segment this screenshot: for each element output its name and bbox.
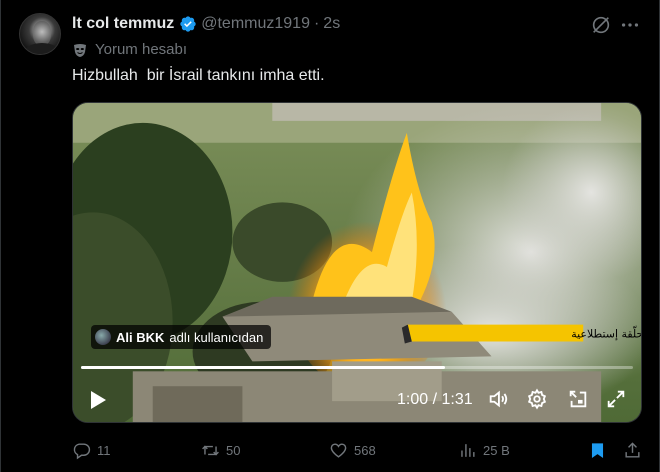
- account-label: Yorum hesabı: [72, 41, 187, 58]
- author-display-name[interactable]: lt col temmuz: [72, 15, 174, 33]
- author-avatar[interactable]: [19, 13, 61, 55]
- video-current-time: 1:00: [397, 391, 429, 408]
- reply-button[interactable]: 11: [72, 440, 111, 460]
- tweet-text: Hizbullah bir İsrail tankını imha etti.: [72, 67, 325, 84]
- attribution-suffix: adlı kullanıcıdan: [169, 329, 264, 345]
- video-duration: 1:31: [441, 391, 473, 408]
- tweet-header: lt col temmuz @temmuz1919 · 2s: [72, 14, 340, 34]
- share-icon: [625, 441, 640, 458]
- pip-icon[interactable]: [567, 388, 589, 410]
- repost-button[interactable]: 50: [201, 440, 240, 460]
- volume-icon[interactable]: [487, 388, 509, 410]
- reply-icon: [73, 442, 91, 459]
- repost-count: 50: [226, 442, 241, 458]
- more-icon[interactable]: [619, 14, 641, 36]
- video-progress-bar[interactable]: [81, 366, 633, 369]
- attribution-username: Ali BKK: [116, 329, 165, 345]
- bookmark-icon: [591, 442, 604, 458]
- video-frame: تصوير الاستهداف بمحلّقة إستطلاعية: [73, 103, 641, 422]
- play-icon[interactable]: [87, 388, 109, 412]
- like-button[interactable]: 568: [329, 440, 376, 460]
- author-handle[interactable]: @temmuz1919: [201, 15, 310, 33]
- video-overlay-caption: تصوير الاستهداف بمحلّقة إستطلاعية: [571, 325, 641, 340]
- settings-icon[interactable]: [526, 388, 548, 410]
- separator-dot: ·: [313, 15, 320, 32]
- account-label-text: Yorum hesabı: [95, 41, 188, 58]
- grok-icon[interactable]: [590, 14, 612, 36]
- views-count: 25 B: [483, 442, 510, 458]
- tweet-actions: 11 50 568 25 B: [72, 440, 642, 460]
- tweet-timestamp[interactable]: 2s: [323, 15, 340, 33]
- video-time: 1:00 / 1:31: [397, 391, 473, 409]
- reply-count: 11: [97, 442, 111, 458]
- like-icon: [330, 442, 347, 458]
- video-attribution[interactable]: Ali BKK adlı kullanıcıdan: [91, 325, 272, 349]
- video-time-separator: /: [428, 391, 442, 408]
- bookmark-button[interactable]: [588, 440, 613, 460]
- repost-icon: [202, 445, 219, 455]
- mask-icon: [72, 42, 88, 58]
- fullscreen-icon[interactable]: [605, 388, 627, 410]
- video-player[interactable]: تصوير الاستهداف بمحلّقة إستطلاعية Ali BK…: [72, 102, 642, 423]
- attribution-avatar: [95, 329, 111, 345]
- verified-badge-icon: [179, 15, 197, 33]
- like-count: 568: [354, 442, 376, 458]
- left-border: [0, 0, 1, 472]
- views-icon: [461, 443, 475, 457]
- views-button[interactable]: 25 B: [458, 440, 510, 460]
- share-button[interactable]: [623, 440, 648, 460]
- video-progress-fill: [81, 366, 446, 369]
